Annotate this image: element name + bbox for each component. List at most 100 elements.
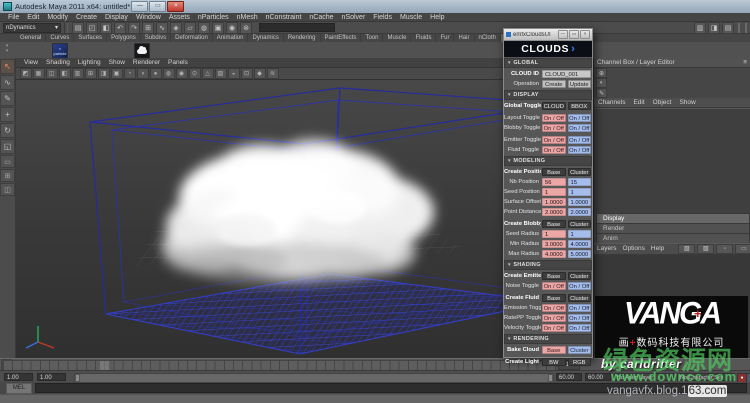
snap-plane-icon[interactable]: ▱ (184, 22, 196, 34)
shelf-tab[interactable]: Dynamics (248, 34, 283, 42)
manip-attr-icon[interactable]: ⊕ (596, 68, 607, 78)
split-pane-layout-button[interactable]: ◫ (0, 183, 15, 196)
shelf-tab[interactable]: Curves (46, 34, 74, 42)
paint-select-tool-icon[interactable]: ✎ (0, 91, 15, 106)
viewport-menu-item[interactable]: Renderer (129, 59, 164, 66)
title-bar[interactable]: Autodesk Maya 2011 x64: untitled* —▭× (0, 0, 750, 13)
layer-editor-tab[interactable]: Render (596, 223, 750, 233)
menu-item[interactable]: Fields (369, 14, 396, 21)
speed-state-icon[interactable]: ◐ (596, 78, 607, 88)
scale-tool-icon[interactable]: ◱ (0, 139, 15, 154)
playback-start-field[interactable]: 1.00 (37, 373, 66, 381)
lasso-tool-icon[interactable]: ∿ (0, 75, 15, 90)
range-start-handle[interactable] (75, 374, 80, 382)
layer-editor-menu-item[interactable]: Layers (594, 245, 620, 252)
viewport-toolbar-icon[interactable]: ▣ (111, 68, 123, 79)
snap-point-icon[interactable]: ◈ (170, 22, 182, 34)
viewport-menu-item[interactable]: Panels (164, 59, 192, 66)
window-control-button[interactable]: × (167, 1, 184, 12)
redo-icon[interactable]: ↷ (128, 22, 140, 34)
layer-editor-tab[interactable]: Display (596, 213, 750, 223)
panel-minimize-button[interactable]: — (558, 30, 568, 39)
new-scene-icon[interactable]: ▤ (72, 22, 84, 34)
menu-item[interactable]: nConstraint (262, 14, 306, 21)
window-control-button[interactable]: — (131, 1, 148, 12)
shelf-tab[interactable]: Animation (213, 34, 249, 42)
shelf-tab[interactable]: nCloth (475, 34, 501, 42)
menu-item[interactable]: nParticles (194, 14, 233, 21)
shelf-tab[interactable]: Polygons (107, 34, 141, 42)
viewport-toolbar-icon[interactable]: ◆ (254, 68, 266, 79)
panel-maximize-button[interactable]: ▭ (569, 30, 579, 39)
menu-item[interactable]: Assets (165, 14, 194, 21)
sidebar-menu-icon[interactable]: ≡ (743, 59, 747, 66)
shelf-tab[interactable]: Surfaces (74, 34, 107, 42)
layer-empty-icon[interactable]: ▧ (697, 244, 714, 254)
menu-item[interactable]: Display (101, 14, 132, 21)
shelf-tab[interactable]: Rendering (284, 34, 321, 42)
ui-show-hide-toggles[interactable] (738, 23, 747, 33)
menu-item[interactable]: Modify (43, 14, 72, 21)
save-scene-icon[interactable]: ◧ (100, 22, 112, 34)
viewport-menu-item[interactable]: View (20, 59, 42, 66)
viewport-menu-item[interactable]: Lighting (74, 59, 105, 66)
select-tool-icon[interactable]: ↖ (0, 59, 15, 74)
viewport-toolbar-icon[interactable]: ◨ (98, 68, 110, 79)
channel-box-menu-item[interactable]: Show (675, 99, 699, 106)
viewport-toolbar-icon[interactable]: ▦ (33, 68, 45, 79)
viewport-toolbar-icon[interactable]: ⊞ (85, 68, 97, 79)
layer-editor-menu-item[interactable]: Help (648, 245, 667, 252)
panel-close-button[interactable]: × (580, 30, 590, 39)
viewport-menu-item[interactable]: Shading (42, 59, 74, 66)
channel-box-menu-item[interactable]: Edit (629, 99, 648, 106)
rotate-tool-icon[interactable]: ↻ (0, 123, 15, 138)
open-scene-icon[interactable]: ◰ (86, 22, 98, 34)
viewport-toolbar-icon[interactable]: ◑ (137, 68, 149, 79)
snap-grid-icon[interactable]: ⊞ (142, 22, 154, 34)
viewport-toolbar-icon[interactable]: △ (202, 68, 214, 79)
shelf-tab[interactable]: Deformation (171, 34, 213, 42)
panel-title-bar[interactable]: emfxCloudsUI —▭× (504, 29, 592, 41)
viewport-menu-item[interactable]: Show (105, 59, 129, 66)
render-settings-icon[interactable]: ⊛ (240, 22, 252, 34)
hyperbolic-pencil-icon[interactable]: ✎ (596, 88, 607, 98)
shelf-tab[interactable]: Fluids (411, 34, 436, 42)
channel-box-menu-item[interactable]: Object (649, 99, 676, 106)
viewport-toolbar-icon[interactable]: ⊙ (189, 68, 201, 79)
move-tool-icon[interactable]: + (0, 107, 15, 122)
viewport-toolbar-icon[interactable]: ◧ (59, 68, 71, 79)
ipr-render-icon[interactable]: ◉ (226, 22, 238, 34)
mel-mode-button[interactable]: MEL (6, 383, 32, 394)
single-pane-layout-button[interactable]: ▭ (0, 155, 15, 168)
menu-item[interactable]: nCache (305, 14, 337, 21)
render-current-frame-icon[interactable]: ▣ (212, 22, 224, 34)
layer-editor-tab[interactable]: Anim (596, 233, 750, 243)
sidebar-channel-box-icon[interactable]: ▤ (722, 22, 734, 34)
viewport-toolbar-icon[interactable]: ▧ (215, 68, 227, 79)
snap-curve-icon[interactable]: ∿ (156, 22, 168, 34)
viewport-toolbar-icon[interactable]: ◩ (20, 68, 32, 79)
viewport-toolbar-icon[interactable]: ● (150, 68, 162, 79)
range-end-handle[interactable] (548, 374, 553, 382)
menu-item[interactable]: Window (132, 14, 165, 21)
viewport-toolbar-icon[interactable]: ◒ (228, 68, 240, 79)
viewport-toolbar-icon[interactable]: ◉ (176, 68, 188, 79)
viewport-toolbar-icon[interactable]: ≋ (267, 68, 279, 79)
menu-item[interactable]: File (4, 14, 23, 21)
shelf-tab[interactable]: Muscle (383, 34, 411, 42)
channel-box-empty-area[interactable] (594, 108, 750, 213)
viewport-toolbar-icon[interactable]: ◔ (124, 68, 136, 79)
layer-list-icon[interactable]: ▨ (678, 244, 695, 254)
viewport-toolbar-icon[interactable]: ◫ (46, 68, 58, 79)
emfx-particles-shelf-icon[interactable]: ≈ particle (52, 43, 68, 59)
sidebar-tool-settings-icon[interactable]: ◨ (708, 22, 720, 34)
menu-item[interactable]: nSolver (338, 14, 370, 21)
shelf-tab[interactable]: Fur (436, 34, 454, 42)
playback-end-field[interactable]: 60.00 (556, 373, 582, 381)
sidebar-attr-editor-icon[interactable]: ▥ (694, 22, 706, 34)
menu-item[interactable]: Muscle (396, 14, 426, 21)
shelf-nav-arrows[interactable]: ▾▾ (2, 44, 12, 56)
menuset-dropdown[interactable]: nDynamics ▾ (3, 23, 61, 33)
shelf-tab[interactable]: Toon (361, 34, 383, 42)
undo-icon[interactable]: ↶ (114, 22, 126, 34)
